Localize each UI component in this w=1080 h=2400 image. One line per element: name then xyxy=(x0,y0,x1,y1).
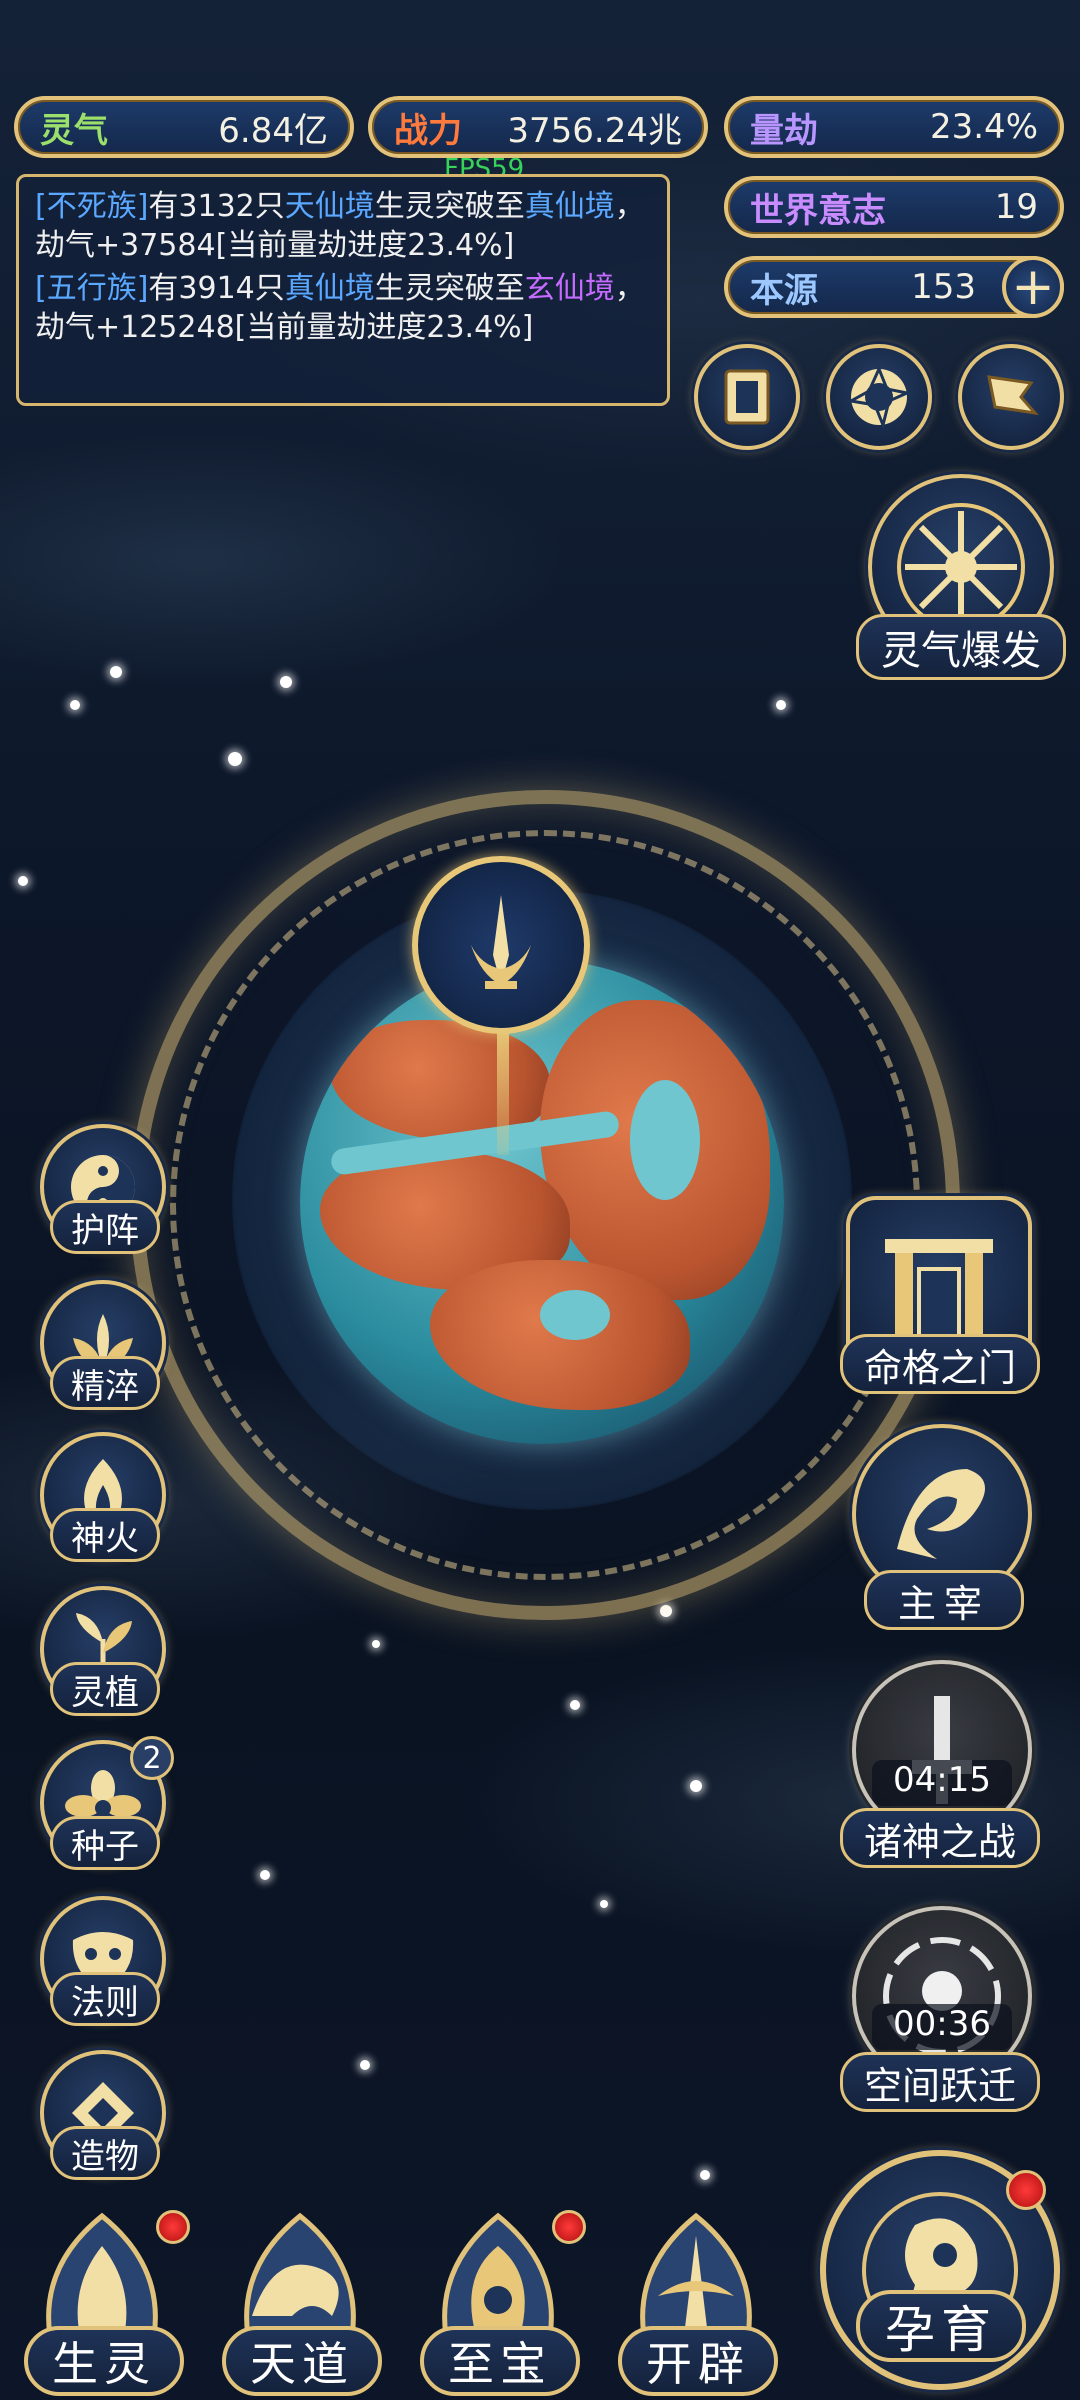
lake xyxy=(630,1080,700,1200)
creation-label[interactable]: 造物 xyxy=(50,2126,160,2180)
nav-develop-label[interactable]: 开辟 xyxy=(618,2326,778,2396)
star xyxy=(660,1605,672,1617)
liangjie-value: 23.4% xyxy=(929,107,1038,147)
spirit-plant-label[interactable]: 灵植 xyxy=(50,1662,160,1716)
fate-gate-label[interactable]: 命格之门 xyxy=(840,1334,1040,1394)
spirit-burst-label[interactable]: 灵气爆发 xyxy=(856,614,1066,680)
log-race: [五行族] xyxy=(35,271,149,306)
benyuan-add-button[interactable]: + xyxy=(1002,256,1064,318)
benyuan-value: 153 xyxy=(911,267,976,307)
shutter-icon xyxy=(847,365,911,429)
star xyxy=(280,676,292,688)
nav-treasure-alert xyxy=(552,2210,586,2244)
log-realm: 真仙境 xyxy=(524,189,615,224)
star xyxy=(600,1900,608,1908)
star xyxy=(690,1780,702,1792)
star xyxy=(360,2060,370,2070)
benyuan-bar[interactable]: 本源 153 + xyxy=(724,256,1064,318)
god-war-label[interactable]: 诸神之战 xyxy=(840,1808,1040,1868)
refine-label[interactable]: 精淬 xyxy=(50,1356,160,1410)
nurture-label[interactable]: 孕育 xyxy=(856,2290,1026,2362)
nav-creatures-alert xyxy=(156,2210,190,2244)
star xyxy=(228,752,242,766)
star xyxy=(372,1640,380,1648)
shijie-label: 世界意志 xyxy=(750,190,886,231)
log-race: [不死族] xyxy=(35,189,149,224)
log-realm: 玄仙境 xyxy=(524,271,615,306)
lingqi-label: 灵气 xyxy=(40,110,108,151)
nurture-alert xyxy=(1006,2170,1046,2210)
log-text: 生灵突破至 xyxy=(374,271,525,306)
world-planet[interactable] xyxy=(300,960,784,1444)
flag-icon xyxy=(987,375,1039,416)
zhanli-value: 3756.24兆 xyxy=(507,110,682,151)
law-label[interactable]: 法则 xyxy=(50,1972,160,2026)
world-marker-pin[interactable] xyxy=(412,856,590,1034)
sword-flame-icon xyxy=(471,895,531,989)
space-jump-timer: 00:36 xyxy=(872,2004,1012,2050)
liangjie-label: 量劫 xyxy=(750,110,818,151)
benyuan-label: 本源 xyxy=(750,270,818,311)
log-realm: 真仙境 xyxy=(284,271,375,306)
shutter-button[interactable] xyxy=(826,344,932,450)
zhanli-label: 战力 xyxy=(394,110,462,151)
lingqi-value: 6.84亿 xyxy=(218,110,328,151)
flag-button[interactable] xyxy=(958,344,1064,450)
star xyxy=(18,876,28,886)
card-button[interactable] xyxy=(694,344,800,450)
liangjie-bar[interactable]: 量劫 23.4% xyxy=(724,96,1064,158)
seed-count-badge: 2 xyxy=(130,1736,174,1780)
log-text: 有3132只 xyxy=(148,189,285,224)
marker-stem xyxy=(497,1025,509,1155)
continent xyxy=(330,1020,550,1140)
divine-fire-label[interactable]: 神火 xyxy=(50,1508,160,1562)
nav-treasure-label[interactable]: 至宝 xyxy=(420,2326,580,2396)
star xyxy=(700,2170,710,2180)
star xyxy=(70,700,80,710)
log-realm: 天仙境 xyxy=(284,189,375,224)
dragon-icon xyxy=(897,1469,985,1559)
ruler-label[interactable]: 主宰 xyxy=(864,1570,1024,1630)
star xyxy=(570,1700,580,1710)
god-war-timer: 04:15 xyxy=(872,1760,1012,1806)
formation-label[interactable]: 护阵 xyxy=(50,1200,160,1254)
nav-heaven-way-label[interactable]: 天道 xyxy=(222,2326,382,2396)
nav-creatures-label[interactable]: 生灵 xyxy=(24,2326,184,2396)
seed-label[interactable]: 种子 xyxy=(50,1816,160,1870)
lingqi-bar[interactable]: 灵气 6.84亿 xyxy=(14,96,354,158)
log-entry: [不死族]有3132只天仙境生灵突破至真仙境，劫气+37584[当前量劫进度23… xyxy=(35,187,651,265)
shijie-bar[interactable]: 世界意志 19 xyxy=(724,176,1064,238)
star xyxy=(260,1870,270,1880)
star xyxy=(110,666,122,678)
log-text: 生灵突破至 xyxy=(374,189,525,224)
log-text: 有3914只 xyxy=(148,271,285,306)
card-icon xyxy=(724,369,770,425)
shijie-value: 19 xyxy=(994,187,1038,227)
event-log: [不死族]有3132只天仙境生灵突破至真仙境，劫气+37584[当前量劫进度23… xyxy=(16,174,670,406)
log-entry: [五行族]有3914只真仙境生灵突破至玄仙境，劫气+125248[当前量劫进度2… xyxy=(35,269,651,347)
zhanli-bar[interactable]: 战力 3756.24兆 xyxy=(368,96,708,158)
star xyxy=(776,700,786,710)
space-jump-label[interactable]: 空间跃迁 xyxy=(840,2052,1040,2112)
lake xyxy=(540,1290,610,1340)
